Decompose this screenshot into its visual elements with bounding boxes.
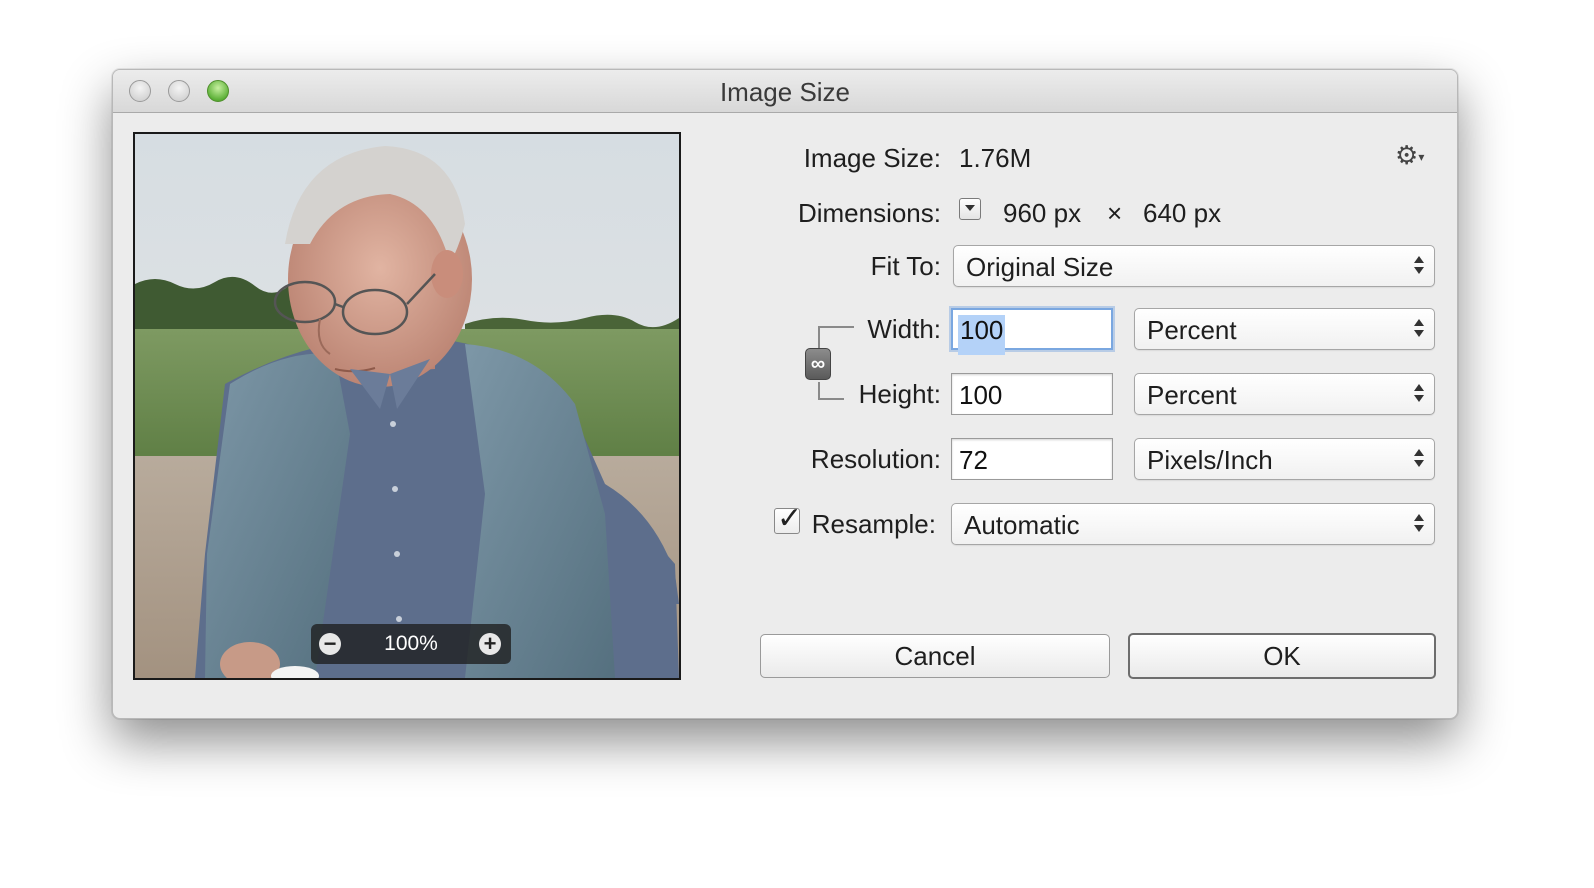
dimensions-units-toggle[interactable] [959, 198, 981, 220]
height-unit-value: Percent [1147, 380, 1237, 410]
select-arrows-icon [1414, 254, 1424, 278]
link-icon[interactable]: ∞ [805, 348, 831, 380]
select-arrows-icon [1414, 447, 1424, 471]
dimensions-width: 960 px [1003, 198, 1082, 228]
zoom-level: 100% [384, 632, 438, 655]
dimensions-label: Dimensions: [797, 198, 941, 228]
fit-to-value: Original Size [966, 252, 1114, 282]
image-size-dialog: Image Size − 100% + Image Size: 1.76M ⚙▾… [112, 69, 1458, 719]
dimensions-height: 640 px [1143, 198, 1222, 228]
width-input[interactable]: 100 [951, 308, 1113, 355]
resample-value: Automatic [964, 510, 1080, 540]
image-preview[interactable]: − 100% + [133, 132, 681, 680]
height-label: Height: [858, 379, 941, 409]
zoom-in-button[interactable]: + [479, 633, 501, 655]
resolution-label: Resolution: [810, 444, 941, 474]
select-arrows-icon [1414, 317, 1424, 341]
resample-checkbox[interactable]: ✓ [774, 501, 802, 536]
width-value: 100 [958, 315, 1006, 355]
width-label: Width: [867, 314, 941, 344]
resample-select[interactable]: Automatic [951, 503, 1435, 545]
width-unit-value: Percent [1147, 315, 1237, 345]
image-size-value: 1.76M [959, 143, 1032, 173]
select-arrows-icon [1414, 382, 1424, 406]
zoom-out-button[interactable]: − [319, 633, 341, 655]
resolution-value: 72 [959, 445, 988, 475]
cancel-button[interactable]: Cancel [760, 634, 1110, 678]
resolution-unit-value: Pixels/Inch [1147, 445, 1273, 475]
height-unit-select[interactable]: Percent [1134, 373, 1435, 415]
title-bar: Image Size [113, 70, 1457, 113]
gear-icon[interactable]: ⚙▾ [1395, 140, 1424, 171]
constrain-bracket-top [818, 326, 854, 348]
resolution-unit-select[interactable]: Pixels/Inch [1134, 438, 1435, 480]
window-title: Image Size [719, 77, 851, 107]
height-input[interactable]: 100 [951, 373, 1113, 415]
fit-to-label: Fit To: [870, 251, 941, 281]
fit-to-select[interactable]: Original Size [953, 245, 1435, 287]
preview-photo [135, 134, 679, 678]
width-unit-select[interactable]: Percent [1134, 308, 1435, 350]
dimensions-times: × [1107, 198, 1123, 228]
resolution-input[interactable]: 72 [951, 438, 1113, 480]
checkmark-icon: ✓ [777, 501, 803, 536]
resample-label: Resample: [811, 509, 936, 539]
image-size-label: Image Size: [803, 143, 941, 173]
height-value: 100 [959, 380, 1003, 410]
preview-zoom-bar: − 100% + [311, 624, 511, 664]
ok-button[interactable]: OK [1128, 633, 1436, 679]
select-arrows-icon [1414, 512, 1424, 536]
constrain-bracket-bottom [818, 382, 844, 400]
